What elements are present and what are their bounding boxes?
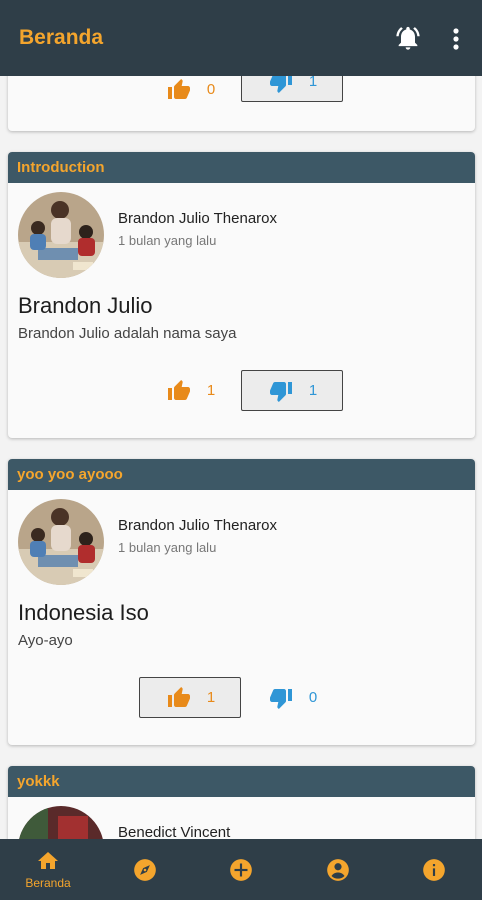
like-button[interactable]: 1 <box>139 370 241 411</box>
home-icon <box>38 852 58 869</box>
nav-item-add[interactable] <box>193 839 289 900</box>
dislike-button[interactable]: 1 <box>241 370 343 411</box>
bottom-navigation: Beranda <box>0 839 482 900</box>
post-feed[interactable]: 0 1 Introduction Brandon Julio Thenarox <box>0 76 482 839</box>
add-circle-icon <box>230 858 252 881</box>
post-card[interactable]: Introduction Brandon Julio Thenarox 1 bu… <box>8 152 475 438</box>
thumb-up-icon <box>167 379 190 400</box>
post-category: yoo yoo ayooo <box>8 459 475 490</box>
nav-item-account[interactable] <box>290 839 386 900</box>
like-count: 1 <box>206 689 216 706</box>
like-count: 0 <box>206 81 216 98</box>
nav-label-home: Beranda <box>25 876 71 890</box>
post-card[interactable]: yokkk Benedict Vincent <box>8 766 475 839</box>
thumb-down-icon <box>269 381 292 402</box>
app-bar: Beranda <box>0 0 482 76</box>
thumb-down-icon <box>269 688 292 709</box>
author-name: Benedict Vincent <box>118 824 231 839</box>
post-time: 1 bulan yang lalu <box>118 233 217 248</box>
nav-item-home[interactable]: Beranda <box>0 839 96 900</box>
nav-item-info[interactable] <box>386 839 482 900</box>
notifications-button[interactable] <box>394 24 422 52</box>
thumb-up-icon <box>167 78 190 99</box>
like-button[interactable]: 0 <box>139 76 241 110</box>
page-title: Beranda <box>19 26 104 49</box>
avatar[interactable] <box>18 806 104 839</box>
author-name: Brandon Julio Thenarox <box>118 210 277 227</box>
author-name: Brandon Julio Thenarox <box>118 517 277 534</box>
dislike-button[interactable]: 0 <box>241 677 343 718</box>
more-vert-icon <box>453 28 459 50</box>
like-count: 1 <box>206 382 216 399</box>
dislike-count: 0 <box>308 689 318 706</box>
avatar[interactable] <box>18 192 104 278</box>
thumb-up-icon <box>167 686 190 707</box>
compass-icon <box>134 858 156 881</box>
dislike-count: 1 <box>308 76 318 90</box>
post-title: Indonesia Iso <box>18 600 149 625</box>
post-category: yokkk <box>8 766 475 797</box>
nav-item-explore[interactable] <box>97 839 193 900</box>
avatar[interactable] <box>18 499 104 585</box>
account-icon <box>327 858 349 881</box>
post-body: Brandon Julio adalah nama saya <box>18 325 237 342</box>
overflow-menu-button[interactable] <box>446 26 466 52</box>
post-card[interactable]: 0 1 <box>8 76 475 131</box>
post-title: Brandon Julio <box>18 293 153 318</box>
post-body: Ayo-ayo <box>18 632 73 649</box>
post-category: Introduction <box>8 152 475 183</box>
dislike-count: 1 <box>308 382 318 399</box>
info-icon <box>423 858 445 881</box>
post-card[interactable]: yoo yoo ayooo Brandon Julio Thenarox 1 b… <box>8 459 475 745</box>
bell-icon <box>396 26 420 50</box>
post-time: 1 bulan yang lalu <box>118 540 217 555</box>
dislike-button[interactable]: 1 <box>241 76 343 102</box>
thumb-down-icon <box>269 76 292 93</box>
like-button[interactable]: 1 <box>139 677 241 718</box>
